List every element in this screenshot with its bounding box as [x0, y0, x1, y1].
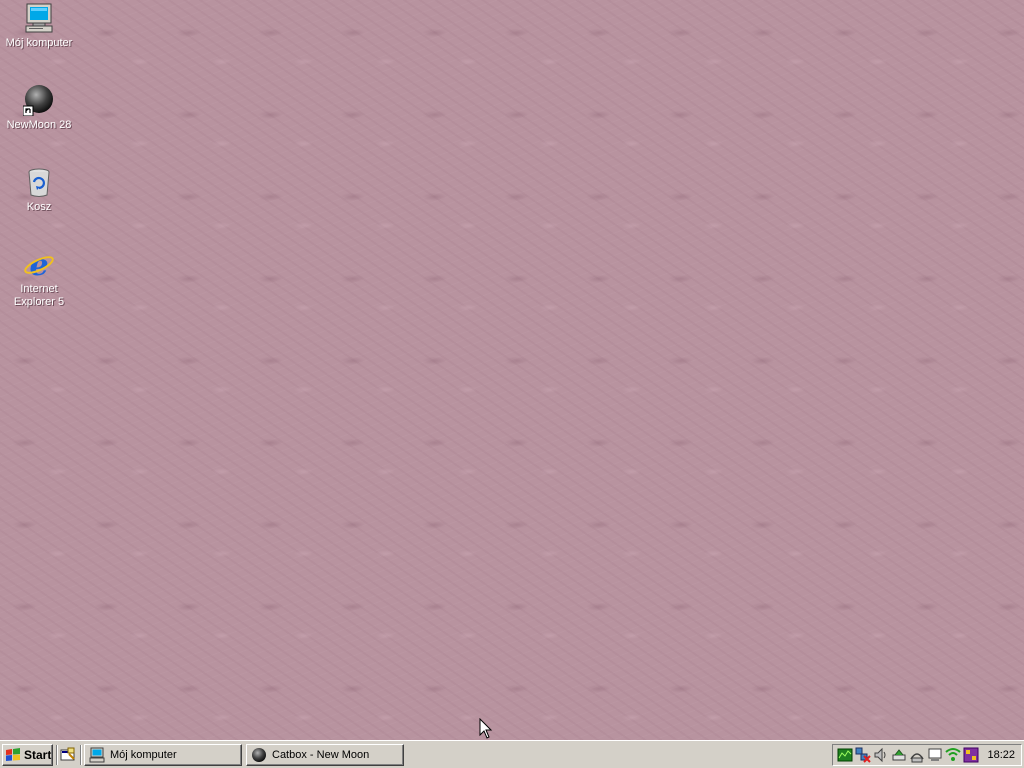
app-tray-icon[interactable]	[963, 747, 979, 763]
desktop-icon-my-computer[interactable]: Mój komputer	[1, 2, 77, 50]
task-button-new-moon[interactable]: Catbox - New Moon	[246, 744, 404, 766]
desktop-icon-label: Kosz	[26, 201, 52, 213]
clock[interactable]: 18:22	[987, 749, 1015, 761]
usb-device-icon[interactable]	[891, 747, 907, 763]
desktop-icon-label: Mój komputer	[5, 37, 73, 49]
network-disconnected-icon[interactable]	[855, 747, 871, 763]
newmoon-icon	[252, 748, 266, 762]
desktop-icon-newmoon[interactable]: NewMoon 28	[1, 84, 77, 132]
task-button-label: Catbox - New Moon	[272, 749, 370, 761]
taskbar: Start Mój komputer Catbox - New Moon 18:…	[0, 740, 1024, 768]
display-icon[interactable]	[927, 747, 943, 763]
volume-icon[interactable]	[873, 747, 889, 763]
taskbar-separator	[80, 745, 82, 765]
mouse-cursor-icon	[479, 718, 493, 739]
desktop-icon-recycle-bin[interactable]: Kosz	[1, 166, 77, 214]
task-button-label: Mój komputer	[110, 749, 177, 761]
start-button[interactable]: Start	[2, 744, 53, 766]
desktop-icon-label: NewMoon 28	[6, 119, 72, 131]
desktop-icon-label: Internet Explorer 5	[13, 283, 65, 308]
my-computer-icon	[89, 747, 105, 763]
internet-explorer-icon: e	[23, 248, 55, 283]
show-desktop-icon[interactable]	[60, 747, 76, 763]
windows-logo-icon	[6, 748, 20, 761]
modem-icon[interactable]	[909, 747, 925, 763]
system-tray: 18:22	[832, 744, 1022, 766]
recycle-bin-icon	[23, 166, 55, 198]
taskbar-separator	[56, 745, 58, 765]
desktop-icon-internet-explorer[interactable]: e Internet Explorer 5	[1, 248, 77, 309]
start-label: Start	[24, 748, 52, 762]
wifi-signal-icon[interactable]	[945, 747, 961, 763]
newmoon-shortcut-icon	[22, 84, 55, 117]
desktop[interactable]: Mój komputer NewMoon 28 Kosz e Internet …	[0, 0, 1024, 740]
my-computer-icon	[23, 2, 55, 34]
task-button-my-computer[interactable]: Mój komputer	[84, 744, 242, 766]
network-activity-icon[interactable]	[837, 747, 853, 763]
